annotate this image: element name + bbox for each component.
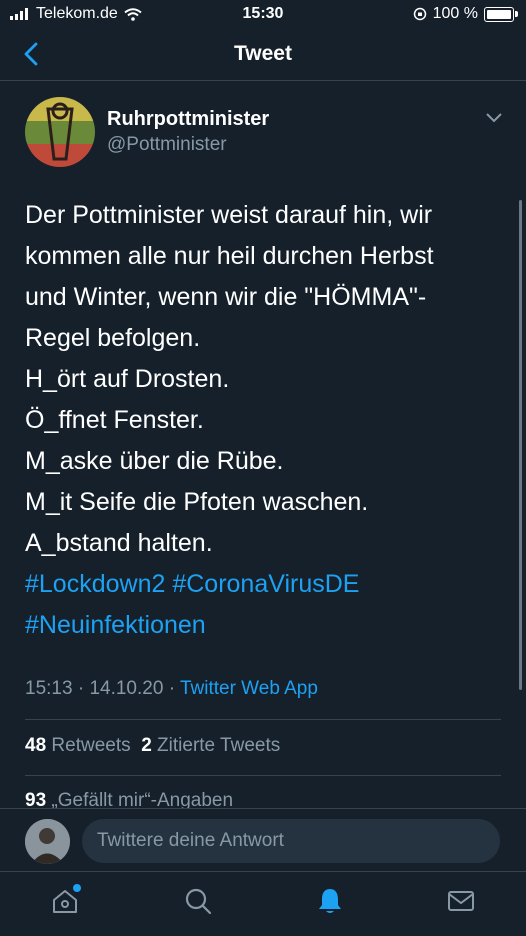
hashtag-link[interactable]: #Neuinfektionen	[25, 611, 206, 639]
tweet-date: 14.10.20	[89, 678, 164, 699]
reply-input[interactable]: Twittere deine Antwort	[82, 819, 500, 863]
tweet-line: M_aske über die Rübe.	[25, 447, 284, 475]
author-name[interactable]: Ruhrpottminister	[107, 108, 269, 131]
author-handle[interactable]: @Pottminister	[107, 134, 227, 156]
battery-icon	[484, 6, 518, 22]
tweet-line: H_ört auf Drosten.	[25, 365, 230, 393]
avatar[interactable]	[25, 97, 95, 167]
tweet-text: Der Pottminister weist darauf hin, wir k…	[25, 195, 505, 646]
divider	[25, 775, 501, 776]
likes-count: 93	[25, 790, 47, 808]
tweet-line: Regel befolgen.	[25, 324, 201, 352]
tweet-line: A_bstand halten.	[25, 529, 213, 557]
quotes-label: Zitierte Tweets	[157, 735, 281, 756]
status-right: 100 %	[413, 5, 518, 23]
tweet-line: und Winter, wenn wir die "HÖMMA"-	[25, 283, 427, 311]
notifications-icon[interactable]	[315, 886, 345, 916]
hashtag-link[interactable]: #CoronaVirusDE	[172, 570, 359, 598]
hashtag-link[interactable]: #Lockdown2	[25, 570, 165, 598]
divider	[25, 719, 501, 720]
status-bar: Telekom.de 15:30 100 %	[0, 0, 526, 30]
nav-bar: Tweet	[0, 30, 526, 81]
likes-label: „Gefällt mir“-Angaben	[51, 790, 234, 808]
like-stats[interactable]: 93 „Gefällt mir“-Angaben	[25, 790, 233, 808]
tweet-meta: 15:13 · 14.10.20 · Twitter Web App	[25, 678, 318, 700]
tab-bar	[0, 871, 526, 936]
user-avatar[interactable]	[25, 819, 70, 864]
notification-dot	[73, 884, 81, 892]
tweet-time: 15:13	[25, 678, 73, 699]
hashtag-line: #Lockdown2 #CoronaVirusDE	[25, 564, 505, 605]
tweet-line: Der Pottminister weist darauf hin, wir	[25, 201, 433, 229]
retweets-count: 48	[25, 735, 47, 756]
tweet-line: kommen alle nur heil durchen Herbst	[25, 242, 434, 270]
reply-bar: Twittere deine Antwort	[0, 808, 526, 872]
tweet-line: Ö_ffnet Fenster.	[25, 406, 204, 434]
page-title: Tweet	[234, 42, 292, 65]
quotes-count: 2	[141, 735, 152, 756]
chevron-down-icon[interactable]	[485, 112, 503, 124]
hashtag-line: #Neuinfektionen	[25, 605, 505, 646]
tweet-source-link[interactable]: Twitter Web App	[180, 678, 318, 699]
tweet-line: M_it Seife die Pfoten waschen.	[25, 488, 369, 516]
search-icon[interactable]	[183, 886, 213, 916]
retweet-stats[interactable]: 48 Retweets 2 Zitierte Tweets	[25, 735, 280, 757]
battery-percent: 100 %	[432, 5, 478, 22]
retweets-label: Retweets	[51, 735, 131, 756]
orientation-lock-icon	[413, 7, 426, 21]
meta-separator: ·	[77, 678, 90, 699]
scrollbar[interactable]	[519, 200, 522, 690]
messages-icon[interactable]	[446, 886, 476, 916]
meta-separator: ·	[168, 678, 180, 699]
